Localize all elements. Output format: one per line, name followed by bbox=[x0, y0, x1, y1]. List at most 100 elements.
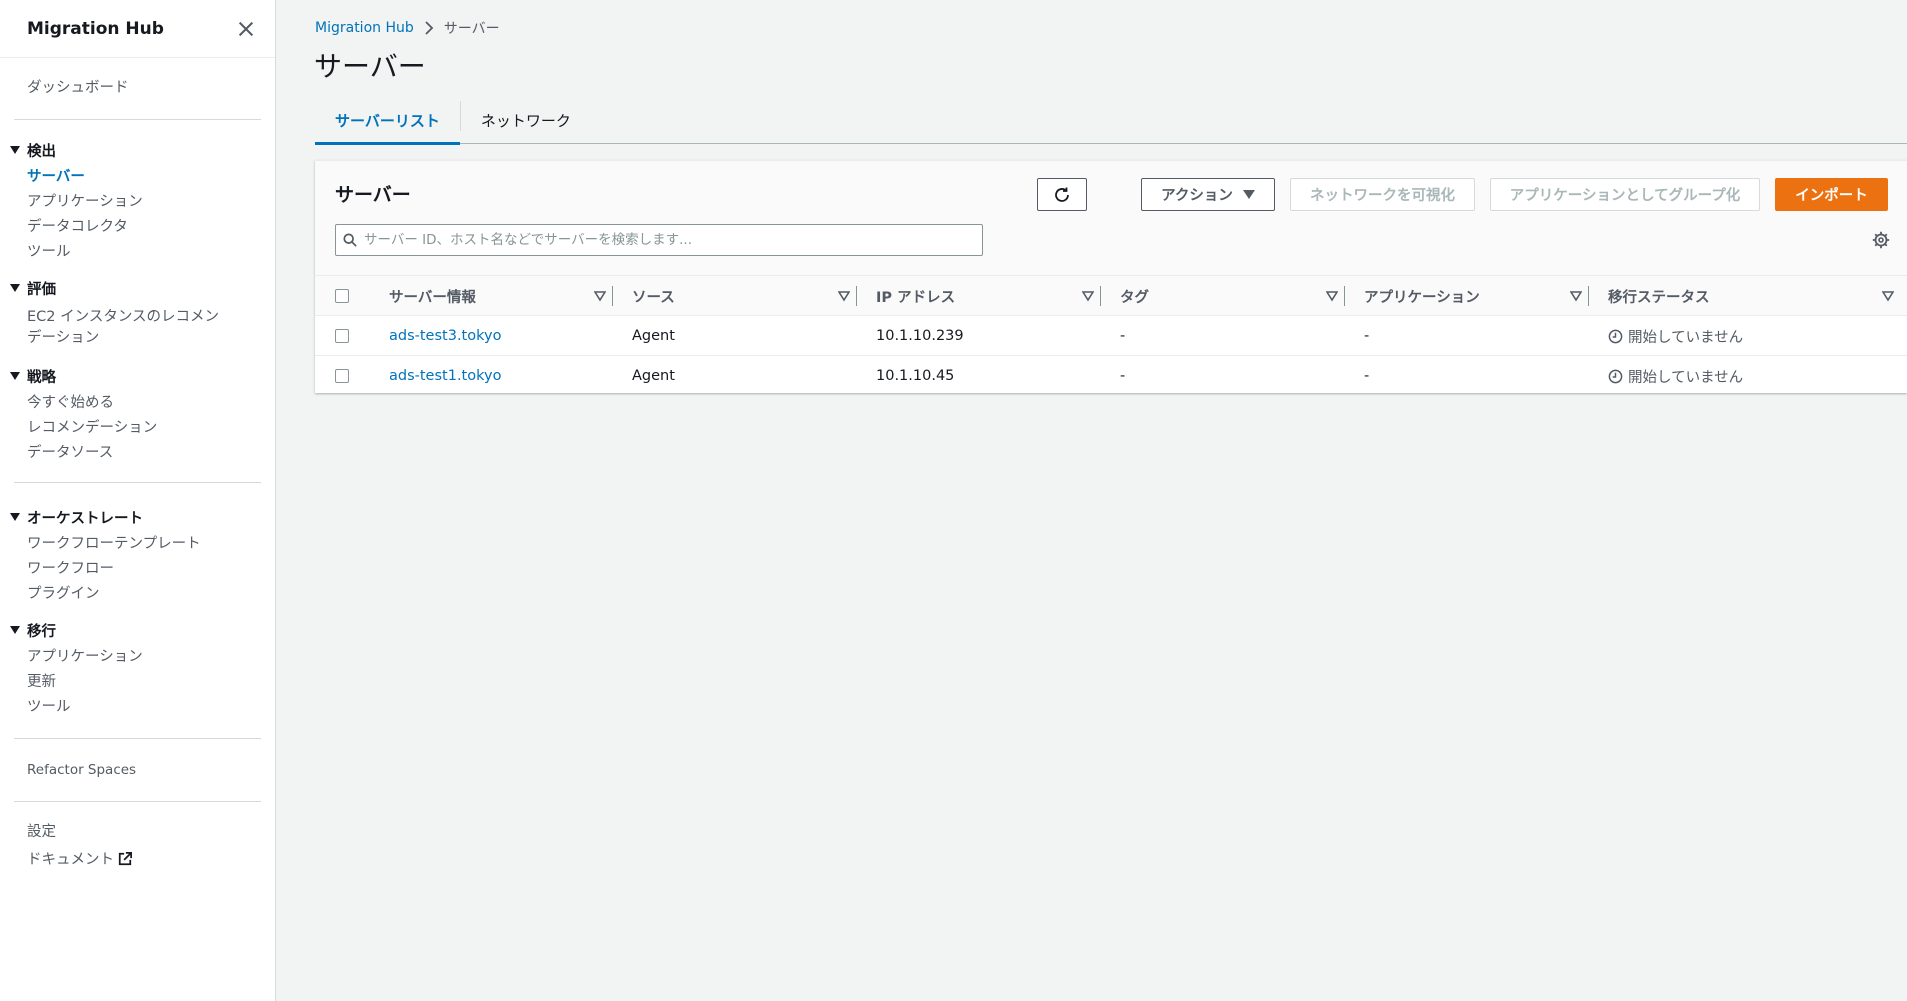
sidebar-section-label: 検出 bbox=[27, 143, 56, 160]
sort-icon[interactable] bbox=[1570, 290, 1582, 302]
application-cell: - bbox=[1364, 368, 1370, 384]
sidebar-section-assess[interactable]: 評価 bbox=[0, 273, 275, 303]
actions-dropdown-button[interactable]: アクション bbox=[1141, 178, 1275, 211]
source-cell: Agent bbox=[632, 328, 675, 344]
status-cell: 開始していません bbox=[1608, 356, 1743, 396]
sidebar-item-migrate-tools[interactable]: ツール bbox=[0, 695, 275, 720]
column-header-tags[interactable]: タグ bbox=[1120, 276, 1149, 316]
sidebar-item-applications[interactable]: アプリケーション bbox=[0, 190, 275, 215]
import-button[interactable]: インポート bbox=[1775, 178, 1888, 211]
server-link[interactable]: ads-test1.tokyo bbox=[389, 356, 501, 396]
container-header: サーバー アクション ネットワークを可視化 アプリケーションとしてグループ化 イ… bbox=[315, 161, 1907, 276]
tab-network[interactable]: ネットワーク bbox=[461, 97, 591, 144]
refresh-icon bbox=[1055, 187, 1069, 202]
search-input[interactable] bbox=[364, 232, 964, 248]
caret-down-icon bbox=[10, 284, 20, 292]
sort-icon[interactable] bbox=[594, 290, 606, 302]
caret-down-icon bbox=[10, 372, 20, 380]
column-header-application[interactable]: アプリケーション bbox=[1364, 276, 1480, 316]
caret-down-icon bbox=[1242, 190, 1255, 199]
server-link[interactable]: ads-test3.tokyo bbox=[389, 316, 501, 356]
sort-icon[interactable] bbox=[1082, 290, 1094, 302]
refresh-button[interactable] bbox=[1037, 178, 1087, 211]
ip-cell: 10.1.10.45 bbox=[876, 368, 955, 384]
status-text: 開始していません bbox=[1628, 329, 1744, 346]
sidebar-item-recommendations[interactable]: レコメンデーション bbox=[0, 416, 275, 441]
group-as-application-button[interactable]: アプリケーションとしてグループ化 bbox=[1490, 178, 1760, 211]
main-content: Migration Hub サーバー サーバー サーバーリスト ネットワーク サ… bbox=[277, 0, 1907, 1001]
sidebar-section-label: オーケストレート bbox=[27, 510, 143, 527]
row-checkbox[interactable] bbox=[335, 369, 349, 383]
servers-table-container: サーバー アクション ネットワークを可視化 アプリケーションとしてグループ化 イ… bbox=[315, 160, 1907, 393]
status-text: 開始していません bbox=[1628, 369, 1744, 386]
search-icon bbox=[336, 233, 364, 247]
sidebar-title[interactable]: Migration Hub bbox=[27, 19, 164, 39]
sidebar-item-documentation[interactable]: ドキュメント bbox=[0, 846, 275, 874]
column-header-migration-status[interactable]: 移行ステータス bbox=[1608, 276, 1710, 316]
caret-down-icon bbox=[10, 146, 20, 154]
close-icon[interactable] bbox=[237, 20, 255, 38]
sidebar-item-plugins[interactable]: プラグイン bbox=[0, 582, 275, 607]
column-header-ip-address[interactable]: IP アドレス bbox=[876, 276, 955, 316]
caret-down-icon bbox=[10, 513, 20, 521]
table-row[interactable]: ads-test3.tokyo Agent 10.1.10.239 - - 開始… bbox=[315, 316, 1907, 356]
container-title: サーバー bbox=[335, 184, 411, 206]
sidebar-item-workflow-templates[interactable]: ワークフローテンプレート bbox=[0, 532, 275, 557]
column-divider[interactable] bbox=[1100, 286, 1101, 306]
column-divider[interactable] bbox=[856, 286, 857, 306]
tags-cell: - bbox=[1120, 368, 1126, 384]
sidebar-section-orchestrate[interactable]: オーケストレート bbox=[0, 502, 275, 532]
application-cell: - bbox=[1364, 328, 1370, 344]
visualize-network-button[interactable]: ネットワークを可視化 bbox=[1290, 178, 1475, 211]
column-divider[interactable] bbox=[1344, 286, 1345, 306]
sidebar-section-migrate[interactable]: 移行 bbox=[0, 615, 275, 645]
column-divider[interactable] bbox=[612, 286, 613, 306]
row-checkbox[interactable] bbox=[335, 329, 349, 343]
gear-icon[interactable] bbox=[1872, 231, 1890, 249]
sidebar-section-label: 移行 bbox=[27, 623, 56, 640]
tags-cell: - bbox=[1120, 328, 1126, 344]
sidebar-section-strategy[interactable]: 戦略 bbox=[0, 361, 275, 391]
sidebar-item-tools[interactable]: ツール bbox=[0, 240, 275, 265]
sidebar-item-label: ドキュメント bbox=[27, 852, 114, 868]
page-title: サーバー bbox=[314, 50, 426, 83]
select-all-checkbox[interactable] bbox=[335, 289, 349, 303]
clock-icon bbox=[1608, 369, 1623, 383]
tab-bar: サーバーリスト ネットワーク bbox=[315, 97, 1907, 145]
sidebar-item-ec2-recommendations[interactable]: EC2 インスタンスのレコメンデーション bbox=[0, 303, 250, 353]
clock-icon bbox=[1608, 329, 1623, 343]
breadcrumb: Migration Hub サーバー bbox=[315, 18, 500, 38]
sort-icon[interactable] bbox=[838, 290, 850, 302]
sidebar-header: Migration Hub bbox=[0, 0, 275, 58]
sidebar-section-label: 戦略 bbox=[27, 369, 56, 386]
actions-label: アクション bbox=[1161, 188, 1233, 204]
sort-icon[interactable] bbox=[1882, 290, 1894, 302]
breadcrumb-current: サーバー bbox=[443, 21, 500, 37]
search-box bbox=[335, 224, 983, 256]
sidebar-item-data-collectors[interactable]: データコレクタ bbox=[0, 215, 275, 240]
source-cell: Agent bbox=[632, 368, 675, 384]
ip-cell: 10.1.10.239 bbox=[876, 328, 964, 344]
sidebar-item-data-sources[interactable]: データソース bbox=[0, 441, 275, 466]
sidebar-item-migrate-applications[interactable]: アプリケーション bbox=[0, 645, 275, 670]
sidebar-item-updates[interactable]: 更新 bbox=[0, 670, 275, 695]
sidebar-item-servers[interactable]: サーバー bbox=[0, 165, 275, 190]
sidebar-item-dashboard[interactable]: ダッシュボード bbox=[0, 73, 275, 103]
sort-icon[interactable] bbox=[1326, 290, 1338, 302]
caret-down-icon bbox=[10, 626, 20, 634]
sidebar-item-workflows[interactable]: ワークフロー bbox=[0, 557, 275, 582]
sidebar-section-discover[interactable]: 検出 bbox=[0, 135, 275, 165]
breadcrumb-root-link[interactable]: Migration Hub bbox=[315, 20, 414, 36]
column-header-server-info[interactable]: サーバー情報 bbox=[389, 276, 476, 316]
tab-server-list[interactable]: サーバーリスト bbox=[315, 97, 460, 145]
sidebar-item-get-started[interactable]: 今すぐ始める bbox=[0, 391, 275, 416]
column-header-source[interactable]: ソース bbox=[632, 276, 675, 316]
sidebar-item-settings[interactable]: 設定 bbox=[0, 818, 275, 846]
external-link-icon bbox=[118, 852, 132, 866]
table-header: サーバー情報 ソース IP アドレス タグ アプリケーション 移行ステータス bbox=[315, 276, 1907, 316]
table-row[interactable]: ads-test1.tokyo Agent 10.1.10.45 - - 開始し… bbox=[315, 356, 1907, 396]
status-cell: 開始していません bbox=[1608, 316, 1743, 356]
sidebar-section-label: 評価 bbox=[27, 281, 56, 298]
sidebar-item-refactor-spaces[interactable]: Refactor Spaces bbox=[0, 755, 275, 785]
column-divider[interactable] bbox=[1588, 286, 1589, 306]
